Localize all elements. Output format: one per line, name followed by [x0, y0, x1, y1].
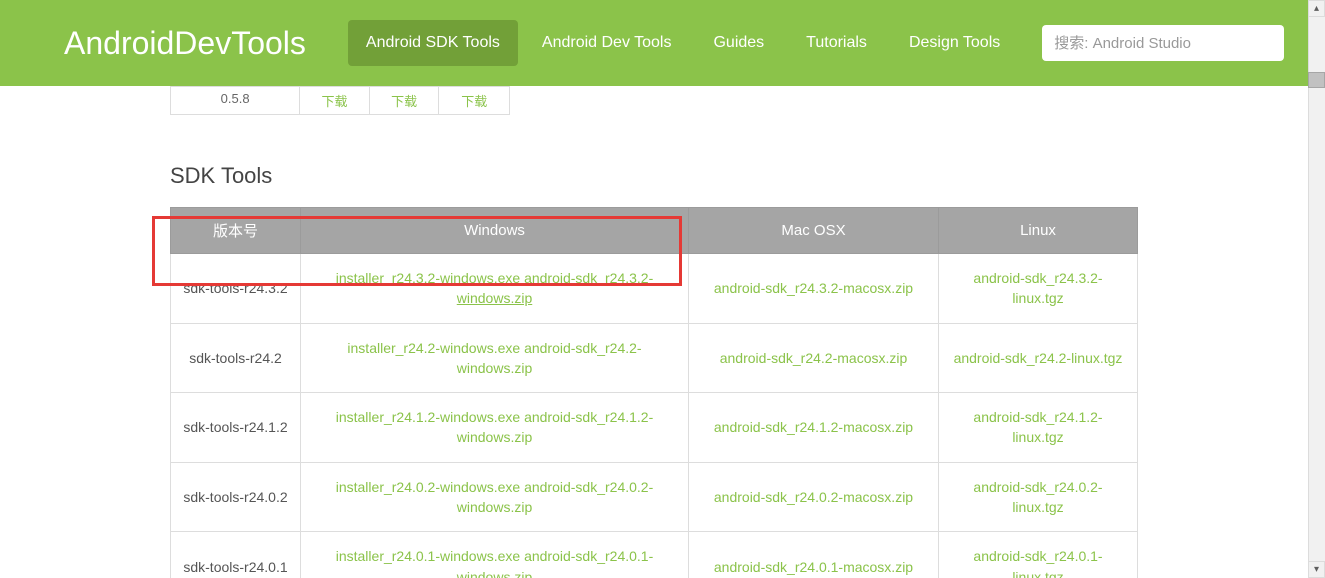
cell-version: sdk-tools-r24.0.1	[171, 532, 301, 578]
navbar: AndroidDevTools Android SDK Tools Androi…	[0, 0, 1308, 86]
prev-row-version: 0.5.8	[171, 87, 300, 114]
download-link-win-installer[interactable]: installer_r24.3.2-windows.exe	[336, 270, 520, 286]
download-link-mac[interactable]: android-sdk_r24.2-macosx.zip	[720, 350, 908, 366]
table-row: sdk-tools-r24.3.2 installer_r24.3.2-wind…	[171, 254, 1138, 324]
cell-version: sdk-tools-r24.3.2	[171, 254, 301, 324]
download-link-linux[interactable]: android-sdk_r24.0.2-linux.tgz	[973, 479, 1102, 515]
prev-row-dl-win[interactable]: 下载	[300, 87, 370, 114]
download-link-win-installer[interactable]: installer_r24.1.2-windows.exe	[336, 409, 520, 425]
prev-table-row: 0.5.8 下载 下载 下载	[170, 86, 510, 115]
th-mac: Mac OSX	[689, 208, 939, 254]
download-link-win-installer[interactable]: installer_r24.0.2-windows.exe	[336, 479, 520, 495]
download-link-mac[interactable]: android-sdk_r24.3.2-macosx.zip	[714, 280, 913, 296]
table-row: sdk-tools-r24.0.1 installer_r24.0.1-wind…	[171, 532, 1138, 578]
download-link-linux[interactable]: android-sdk_r24.1.2-linux.tgz	[973, 409, 1102, 445]
prev-row-dl-mac[interactable]: 下载	[370, 87, 440, 114]
th-version: 版本号	[171, 208, 301, 254]
nav-item-sdk-tools[interactable]: Android SDK Tools	[348, 20, 518, 66]
brand-title[interactable]: AndroidDevTools	[64, 25, 306, 62]
cell-version: sdk-tools-r24.1.2	[171, 393, 301, 463]
scrollbar-arrow-down-icon[interactable]: ▾	[1308, 561, 1325, 578]
download-link-mac[interactable]: android-sdk_r24.1.2-macosx.zip	[714, 419, 913, 435]
cell-windows: installer_r24.3.2-windows.exe android-sd…	[301, 254, 689, 324]
download-link-win-installer[interactable]: installer_r24.2-windows.exe	[347, 340, 520, 356]
table-header-row: 版本号 Windows Mac OSX Linux	[171, 208, 1138, 254]
th-windows: Windows	[301, 208, 689, 254]
download-link-mac[interactable]: android-sdk_r24.0.1-macosx.zip	[714, 559, 913, 575]
search-input[interactable]	[1042, 25, 1284, 61]
download-link-linux[interactable]: android-sdk_r24.2-linux.tgz	[954, 350, 1123, 366]
nav-list: Android SDK Tools Android Dev Tools Guid…	[348, 20, 1018, 66]
download-link-mac[interactable]: android-sdk_r24.0.2-macosx.zip	[714, 489, 913, 505]
sdk-tools-table: 版本号 Windows Mac OSX Linux sdk-tools-r24.…	[170, 207, 1138, 578]
prev-row-dl-linux[interactable]: 下载	[439, 87, 509, 114]
main-content: 0.5.8 下载 下载 下载 SDK Tools 版本号 Windows Mac…	[0, 86, 1308, 578]
th-linux: Linux	[939, 208, 1138, 254]
nav-item-dev-tools[interactable]: Android Dev Tools	[524, 20, 690, 66]
download-link-linux[interactable]: android-sdk_r24.0.1-linux.tgz	[973, 548, 1102, 578]
nav-item-tutorials[interactable]: Tutorials	[788, 20, 885, 66]
download-link-win-installer[interactable]: installer_r24.0.1-windows.exe	[336, 548, 520, 564]
nav-item-design[interactable]: Design Tools	[891, 20, 1018, 66]
table-row: sdk-tools-r24.2 installer_r24.2-windows.…	[171, 323, 1138, 393]
cell-version: sdk-tools-r24.0.2	[171, 462, 301, 532]
section-title-sdk-tools: SDK Tools	[170, 163, 1138, 189]
scrollbar-arrow-up-icon[interactable]: ▴	[1308, 0, 1325, 17]
scrollbar-thumb[interactable]	[1308, 72, 1325, 88]
download-link-linux[interactable]: android-sdk_r24.3.2-linux.tgz	[973, 270, 1102, 306]
table-row: sdk-tools-r24.0.2 installer_r24.0.2-wind…	[171, 462, 1138, 532]
table-row: sdk-tools-r24.1.2 installer_r24.1.2-wind…	[171, 393, 1138, 463]
cell-version: sdk-tools-r24.2	[171, 323, 301, 393]
nav-item-guides[interactable]: Guides	[695, 20, 782, 66]
